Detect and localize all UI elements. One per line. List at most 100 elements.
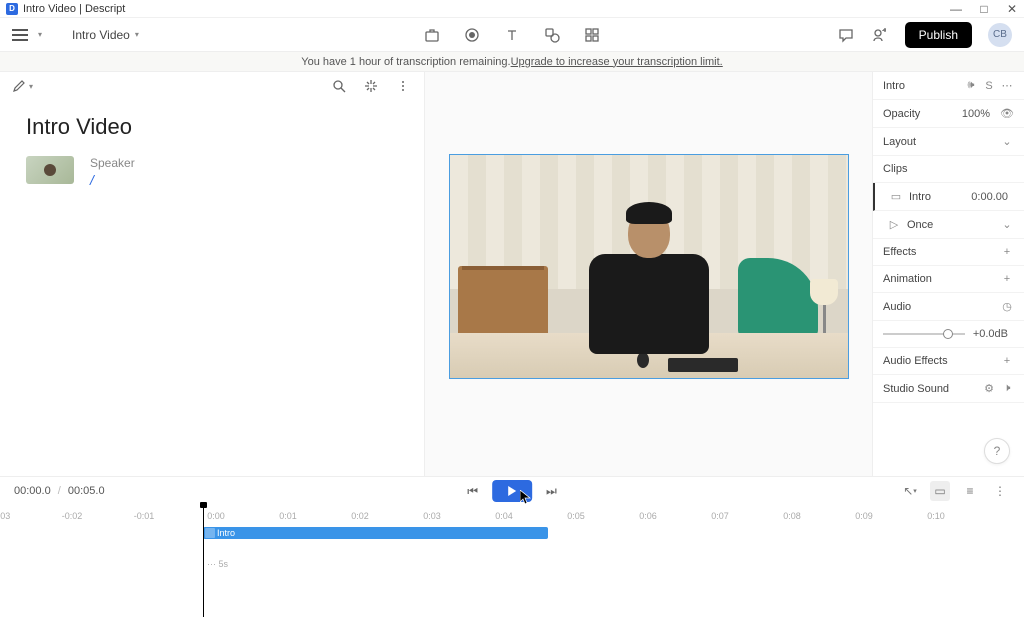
ruler-tick: 0:10	[927, 511, 945, 521]
ruler-tick: 0:06	[639, 511, 657, 521]
audio-label: Audio	[883, 301, 996, 313]
audio-effects-label: Audio Effects	[883, 355, 996, 367]
script-pane: ▾ Intro Video Speaker /	[0, 72, 425, 476]
transcript-cursor[interactable]: /	[90, 172, 135, 188]
help-button[interactable]: ?	[984, 438, 1010, 464]
layout-label: Layout	[883, 136, 996, 148]
edit-mode-icon[interactable]: ▾	[12, 79, 33, 93]
effects-label: Effects	[883, 246, 996, 258]
transcription-banner: You have 1 hour of transcription remaini…	[0, 52, 1024, 72]
cursor-tool-icon[interactable]: ↖▾	[900, 481, 920, 501]
menu-chevron-icon[interactable]: ▾	[38, 30, 42, 39]
canvas-pane[interactable]	[425, 72, 872, 476]
playhead[interactable]	[203, 505, 204, 617]
selection-name: Intro	[883, 80, 960, 92]
plus-icon[interactable]: +	[1000, 273, 1014, 285]
clips-label: Clips	[883, 163, 1014, 175]
timeline-view-icon[interactable]: ▭	[930, 481, 950, 501]
ruler-tick: -0:02	[62, 511, 83, 521]
clip-thumb-icon: ▭	[889, 190, 903, 203]
minimize-button[interactable]: —	[950, 3, 962, 15]
ruler-tick: -0:03	[0, 511, 10, 521]
ruler-tick: -0:01	[134, 511, 155, 521]
top-toolbar: ▾ Intro Video ▾ Publish CB	[0, 18, 1024, 52]
record-icon[interactable]	[463, 26, 481, 44]
animation-row[interactable]: Animation +	[873, 266, 1024, 293]
clip-name: Intro	[903, 191, 971, 203]
text-icon[interactable]	[503, 26, 521, 44]
grid-icon[interactable]	[583, 26, 601, 44]
menu-icon[interactable]	[12, 29, 28, 41]
clock-icon[interactable]: ◷	[1000, 300, 1014, 313]
share-icon[interactable]	[871, 26, 889, 44]
ruler-tick: 0:03	[423, 511, 441, 521]
user-avatar[interactable]: CB	[988, 23, 1012, 47]
close-button[interactable]: ✕	[1006, 3, 1018, 15]
sparkle-icon[interactable]	[362, 77, 380, 95]
banner-text: You have 1 hour of transcription remaini…	[301, 56, 510, 68]
scene-thumbnail[interactable]	[26, 156, 74, 184]
chevron-down-icon: ⌄	[1000, 218, 1014, 231]
timeline[interactable]: -0:03-0:02-0:010:000:010:020:030:040:050…	[0, 505, 1024, 569]
clip-time: 0:00.00	[971, 191, 1008, 203]
gap-marker[interactable]: ··· 5s	[207, 559, 228, 569]
effects-row[interactable]: Effects +	[873, 239, 1024, 266]
video-track[interactable]: Intro	[0, 527, 1024, 541]
video-preview[interactable]	[449, 154, 849, 379]
skip-forward-icon[interactable]: ⏭	[546, 484, 557, 499]
play-button[interactable]	[492, 480, 532, 502]
window-titlebar: D Intro Video | Descript — □ ✕	[0, 0, 1024, 18]
search-icon[interactable]	[330, 77, 348, 95]
speaker-label[interactable]: Speaker	[90, 156, 135, 170]
skip-back-icon[interactable]: ⏮	[467, 484, 478, 499]
chevron-down-icon: ⌄	[1000, 135, 1014, 148]
timeline-clip[interactable]: Intro	[203, 527, 548, 539]
layout-row[interactable]: Layout ⌄	[873, 128, 1024, 156]
publish-button[interactable]: Publish	[905, 22, 972, 48]
tracks-icon[interactable]: ≡	[960, 481, 980, 501]
clip-row[interactable]: ▭ Intro 0:00.00	[873, 183, 1024, 211]
studio-sound-row[interactable]: Studio Sound ⚙ 🕨	[873, 375, 1024, 403]
play-mode-row[interactable]: ▷ Once ⌄	[873, 211, 1024, 239]
project-dropdown[interactable]: Intro Video ▾	[72, 28, 139, 42]
settings-slider-icon[interactable]: ⚙	[982, 382, 996, 395]
chevron-down-icon: ▾	[135, 30, 139, 39]
script-block[interactable]: Speaker /	[0, 152, 424, 192]
ruler-tick: 0:07	[711, 511, 729, 521]
document-title[interactable]: Intro Video	[0, 100, 424, 152]
timeline-ruler[interactable]: -0:03-0:02-0:010:000:010:020:030:040:050…	[0, 511, 1024, 525]
shapes-icon[interactable]	[543, 26, 561, 44]
opacity-value[interactable]: 100%	[962, 108, 990, 120]
plus-icon[interactable]: +	[1000, 246, 1014, 258]
ruler-tick: 0:02	[351, 511, 369, 521]
more-dots-icon[interactable]: ⋯	[1000, 79, 1014, 92]
window-title: Intro Video | Descript	[23, 3, 125, 15]
app-icon: D	[6, 3, 18, 15]
chat-icon[interactable]	[837, 26, 855, 44]
time-display: 00:00.0 / 00:05.0	[14, 485, 105, 497]
timeline-panel: 00:00.0 / 00:05.0 ⏮ ⏭ ↖▾ ▭ ≡ ⋮ -0:03 -0:0…	[0, 476, 1024, 576]
project-name: Intro Video	[72, 28, 130, 42]
ruler-tick: 0:08	[783, 511, 801, 521]
camera-icon[interactable]	[423, 26, 441, 44]
studio-sound-label: Studio Sound	[883, 383, 978, 395]
timeline-more-icon[interactable]: ⋮	[990, 481, 1010, 501]
opacity-label: Opacity	[883, 108, 962, 120]
plus-icon[interactable]: +	[1000, 355, 1014, 367]
mute-icon[interactable]: 🕨	[1000, 382, 1014, 395]
audio-gain-row[interactable]: +0.0dB	[873, 321, 1024, 348]
upgrade-link[interactable]: Upgrade to increase your transcription l…	[511, 56, 723, 68]
ruler-tick: 0:05	[567, 511, 585, 521]
scene-badge[interactable]: S	[982, 80, 996, 92]
gain-value: +0.0dB	[973, 328, 1008, 340]
ruler-tick: 0:09	[855, 511, 873, 521]
ruler-tick: 0:00	[207, 511, 225, 521]
more-icon[interactable]	[394, 77, 412, 95]
visibility-icon[interactable]: 👁	[1000, 107, 1014, 120]
play-small-icon: ▷	[887, 218, 901, 231]
speaker-toggle-icon[interactable]: 🕪	[964, 79, 978, 92]
maximize-button[interactable]: □	[978, 3, 990, 15]
properties-panel: Intro 🕪 S ⋯ Opacity 100% 👁 Layout ⌄ Clip…	[872, 72, 1024, 476]
animation-label: Animation	[883, 273, 996, 285]
gain-slider[interactable]	[883, 333, 965, 335]
